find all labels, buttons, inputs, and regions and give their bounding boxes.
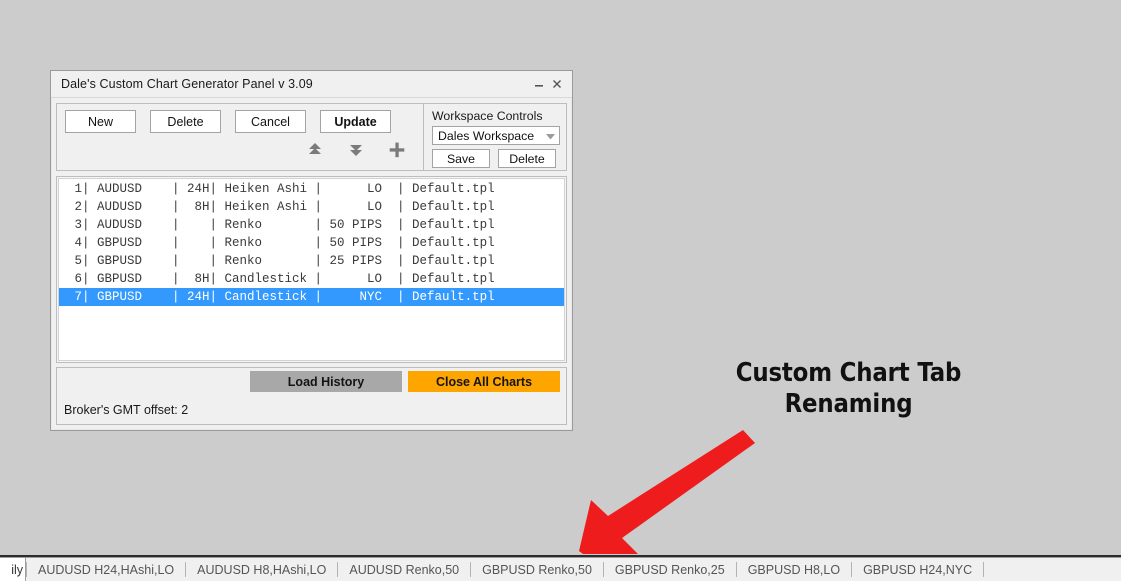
chart-tab[interactable]: AUDUSD H8,HAshi,LO bbox=[186, 558, 337, 581]
tab-divider bbox=[983, 562, 985, 577]
workspace-select-value: Dales Workspace bbox=[438, 128, 535, 143]
chart-list-container: 1| AUDUSD | 24H| Heiken Ashi | LO | Defa… bbox=[56, 176, 567, 363]
action-button-row: New Delete Cancel Update bbox=[65, 110, 415, 133]
load-history-button[interactable]: Load History bbox=[250, 371, 402, 392]
annotation-line-1: Custom Chart Tab bbox=[735, 358, 962, 388]
add-plus-icon[interactable] bbox=[387, 140, 407, 160]
chart-tab[interactable]: GBPUSD Renko,50 bbox=[471, 558, 603, 581]
workspace-select[interactable]: Dales Workspace bbox=[432, 126, 560, 145]
close-icon[interactable] bbox=[548, 74, 566, 94]
chart-tab[interactable]: AUDUSD H24,HAshi,LO bbox=[27, 558, 185, 581]
active-chart-tab[interactable]: ily bbox=[0, 558, 26, 581]
chart-tab[interactable]: AUDUSD Renko,50 bbox=[338, 558, 470, 581]
table-row[interactable]: 2| AUDUSD | 8H| Heiken Ashi | LO | Defau… bbox=[59, 198, 564, 216]
table-row[interactable]: 4| GBPUSD | | Renko | 50 PIPS | Default.… bbox=[59, 234, 564, 252]
workspace-controls: Workspace Controls Dales Workspace Save … bbox=[423, 104, 566, 170]
window-title: Dale's Custom Chart Generator Panel v 3.… bbox=[61, 77, 313, 91]
row-order-controls bbox=[65, 140, 415, 160]
close-all-charts-button[interactable]: Close All Charts bbox=[408, 371, 560, 392]
table-row[interactable]: 1| AUDUSD | 24H| Heiken Ashi | LO | Defa… bbox=[59, 180, 564, 198]
chart-list[interactable]: 1| AUDUSD | 24H| Heiken Ashi | LO | Defa… bbox=[58, 178, 565, 361]
toolbar: New Delete Cancel Update Workspace Contr… bbox=[56, 103, 567, 171]
cancel-button[interactable]: Cancel bbox=[235, 110, 306, 133]
bottom-button-row: Load History Close All Charts bbox=[57, 368, 566, 392]
annotation-text: Custom Chart Tab Renaming bbox=[723, 358, 974, 419]
chart-tab[interactable]: GBPUSD H24,NYC bbox=[852, 558, 983, 581]
move-up-icon[interactable] bbox=[305, 140, 325, 160]
workspace-delete-button[interactable]: Delete bbox=[498, 149, 556, 168]
title-bar: Dale's Custom Chart Generator Panel v 3.… bbox=[51, 71, 572, 98]
arrow-down-left-icon bbox=[575, 430, 755, 560]
toolbar-main-actions: New Delete Cancel Update bbox=[57, 104, 423, 170]
bottom-bar: Load History Close All Charts Broker's G… bbox=[56, 367, 567, 425]
chart-tab[interactable]: GBPUSD H8,LO bbox=[737, 558, 851, 581]
minimize-icon[interactable] bbox=[530, 74, 548, 94]
workspace-button-row: Save Delete bbox=[432, 149, 559, 168]
workspace-save-button[interactable]: Save bbox=[432, 149, 490, 168]
gmt-offset-status: Broker's GMT offset: 2 bbox=[64, 403, 189, 417]
chart-tab[interactable]: GBPUSD Renko,25 bbox=[604, 558, 736, 581]
table-row[interactable]: 5| GBPUSD | | Renko | 25 PIPS | Default.… bbox=[59, 252, 564, 270]
chart-tab-bar: ily AUDUSD H24,HAshi,LO AUDUSD H8,HAshi,L… bbox=[0, 557, 1121, 581]
annotation-line-2: Renaming bbox=[784, 388, 913, 419]
table-row[interactable]: 6| GBPUSD | 8H| Candlestick | LO | Defau… bbox=[59, 270, 564, 288]
table-row[interactable]: 7| GBPUSD | 24H| Candlestick | NYC | Def… bbox=[59, 288, 564, 306]
chevron-down-icon bbox=[546, 129, 555, 143]
table-row[interactable]: 3| AUDUSD | | Renko | 50 PIPS | Default.… bbox=[59, 216, 564, 234]
move-down-icon[interactable] bbox=[346, 140, 366, 160]
new-button[interactable]: New bbox=[65, 110, 136, 133]
delete-button[interactable]: Delete bbox=[150, 110, 221, 133]
update-button[interactable]: Update bbox=[320, 110, 391, 133]
workspace-controls-title: Workspace Controls bbox=[432, 109, 543, 123]
chart-generator-panel: Dale's Custom Chart Generator Panel v 3.… bbox=[50, 70, 573, 431]
